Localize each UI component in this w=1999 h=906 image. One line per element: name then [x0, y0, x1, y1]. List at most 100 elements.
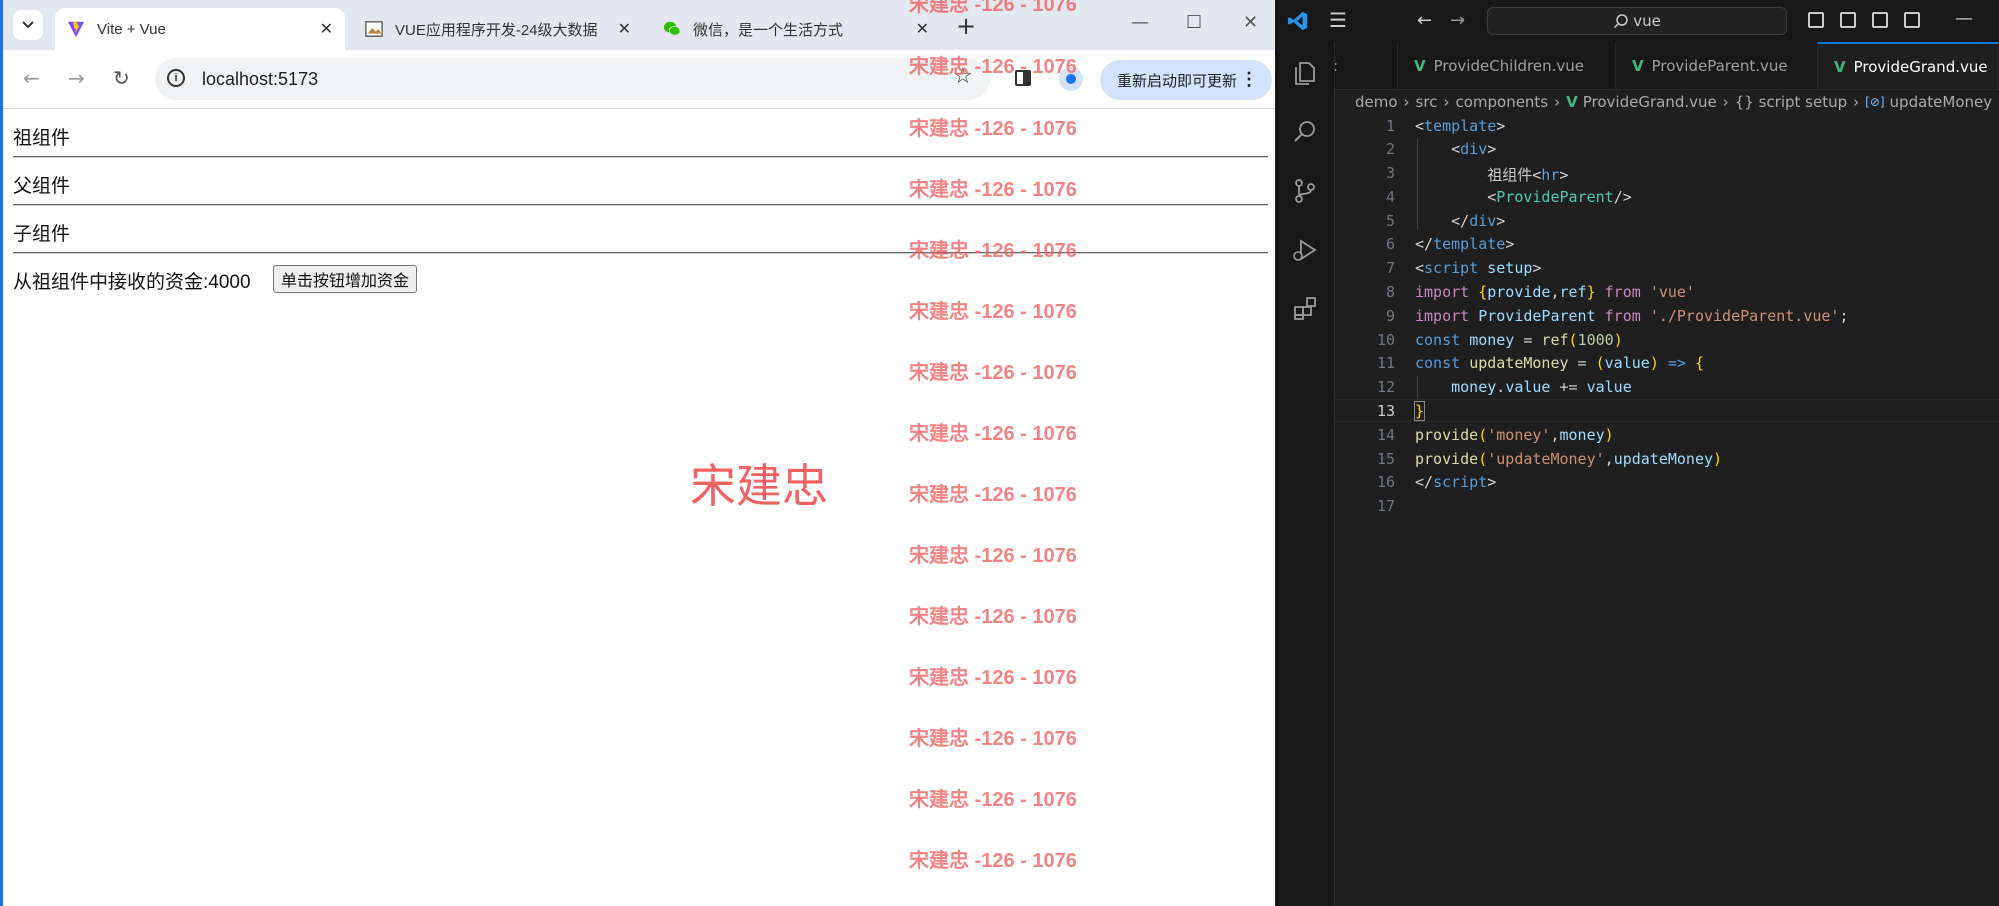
- breadcrumb-item[interactable]: components: [1455, 93, 1548, 111]
- watermark-text: 宋建忠 -126 - 1076: [909, 118, 1077, 140]
- variable-icon: [⊘]: [1865, 95, 1885, 109]
- extensions-icon[interactable]: [1290, 294, 1320, 324]
- line-number: 1: [1385, 117, 1395, 135]
- explorer-icon[interactable]: [1290, 58, 1320, 88]
- vue-file-icon: V: [1632, 56, 1644, 75]
- line-number: 13: [1376, 402, 1395, 420]
- line-number: 15: [1376, 450, 1395, 468]
- tab-title: 微信，是一个生活方式: [693, 21, 844, 39]
- code-line: const updateMoney = (value) => {: [1415, 354, 1704, 372]
- site-info-icon[interactable]: i: [167, 69, 185, 87]
- browser-tab-wechat[interactable]: 微信，是一个生活方式 ✕: [651, 8, 941, 50]
- vue-file-icon: V: [1414, 56, 1426, 75]
- source-control-icon[interactable]: [1290, 176, 1320, 206]
- watermark-text: 宋建忠 -126 - 1076: [909, 423, 1077, 445]
- watermark-text: 宋建忠 -126 - 1076: [909, 179, 1077, 201]
- close-icon[interactable]: ✕: [618, 19, 631, 39]
- line-number: 2: [1385, 140, 1395, 158]
- code-line: </script>: [1415, 473, 1497, 491]
- watermark-text: 宋建忠 -126 - 1076: [909, 56, 1077, 78]
- breadcrumb-item[interactable]: demo: [1355, 93, 1398, 111]
- maximize-icon[interactable]: ☐: [1186, 12, 1202, 33]
- page-content: 祖组件 父组件 子组件 从祖组件中接收的资金:4000 单击按钮增加资金: [3, 109, 1275, 906]
- editor-tab-overflow[interactable]: :: [1335, 42, 1398, 89]
- add-money-button[interactable]: 单击按钮增加资金: [273, 265, 418, 293]
- close-window-icon[interactable]: ✕: [1243, 12, 1258, 33]
- customize-layout-icon[interactable]: [1904, 12, 1920, 28]
- code-editor[interactable]: 1 2 3 4 5 6 7 8 9 10 11 12 13 14 15 16 1…: [1335, 115, 1999, 906]
- back-icon[interactable]: ←: [23, 66, 40, 90]
- toggle-panel-icon[interactable]: [1840, 12, 1856, 28]
- editor-tab-provide-children[interactable]: V ProvideChildren.vue: [1398, 42, 1616, 89]
- menu-icon[interactable]: ☰: [1329, 8, 1347, 32]
- money-text: 从祖组件中接收的资金:4000: [13, 272, 251, 293]
- forward-icon[interactable]: →: [1450, 10, 1465, 31]
- code-line: <div>: [1451, 140, 1497, 158]
- watermark-text: 宋建忠 -126 - 1076: [909, 484, 1077, 506]
- divider: [13, 156, 1268, 158]
- search-icon: [1614, 14, 1628, 29]
- activity-bar: [1275, 42, 1335, 906]
- minimize-icon[interactable]: —: [1131, 12, 1149, 33]
- back-icon[interactable]: ←: [1417, 10, 1432, 31]
- close-icon[interactable]: ✕: [320, 19, 333, 39]
- chevron-right-icon: ›: [1403, 93, 1410, 111]
- url-text[interactable]: localhost:5173: [202, 69, 318, 90]
- vue-file-icon: V: [1566, 93, 1578, 111]
- code-line: </template>: [1415, 235, 1515, 253]
- update-label: 重新启动即可更新: [1117, 72, 1238, 90]
- line-number: 5: [1385, 212, 1395, 230]
- divider: [13, 252, 1268, 254]
- browser-window: Vite + Vue ✕ VUE应用程序开发-24级大数据 ✕ 微信，是一个生活…: [0, 0, 1275, 906]
- code-line: import ProvideParent from './ProvidePare…: [1415, 307, 1849, 325]
- code-line: <template>: [1415, 117, 1506, 135]
- breadcrumb-item[interactable]: src: [1416, 93, 1438, 111]
- browser-tab-course[interactable]: VUE应用程序开发-24级大数据 ✕: [353, 8, 643, 50]
- editor-tab-provide-parent[interactable]: V ProvideParent.vue: [1616, 42, 1818, 89]
- line-number: 9: [1385, 307, 1395, 325]
- line-number: 8: [1385, 283, 1395, 301]
- code-line: money.value += value: [1451, 378, 1632, 396]
- line-number: 6: [1385, 235, 1395, 253]
- watermark-text: 宋建忠 -126 - 1076: [909, 728, 1077, 750]
- address-bar[interactable]: i localhost:5173: [155, 58, 990, 100]
- line-number: 17: [1376, 497, 1395, 515]
- code-line: import {provide,ref} from 'vue': [1415, 283, 1695, 301]
- tab-overflow-marker: :: [1335, 57, 1338, 75]
- breadcrumb: demo › src › components › V ProvideGrand.vu…: [1355, 90, 1992, 114]
- toggle-secondary-sidebar-icon[interactable]: [1872, 12, 1888, 28]
- line-number: 3: [1385, 164, 1395, 182]
- tab-title: VUE应用程序开发-24级大数据: [395, 21, 598, 39]
- toggle-sidebar-icon[interactable]: [1808, 12, 1824, 28]
- reload-icon[interactable]: ↻: [113, 66, 130, 90]
- forward-icon[interactable]: →: [68, 66, 85, 90]
- tab-label: ProvideChildren.vue: [1433, 56, 1584, 75]
- line-number: 16: [1376, 473, 1395, 491]
- breadcrumb-item[interactable]: updateMoney: [1890, 93, 1993, 111]
- run-debug-icon[interactable]: [1290, 235, 1320, 265]
- close-icon[interactable]: ✕: [916, 19, 929, 39]
- breadcrumb-item[interactable]: {} script setup: [1735, 93, 1847, 111]
- chevron-right-icon: ›: [1722, 93, 1729, 111]
- wechat-icon: [663, 21, 681, 36]
- watermark-text: 宋建忠 -126 - 1076: [909, 362, 1077, 384]
- command-center-search[interactable]: vue: [1487, 7, 1787, 35]
- line-number: 4: [1385, 188, 1395, 206]
- tab-strip: Vite + Vue ✕ VUE应用程序开发-24级大数据 ✕ 微信，是一个生活…: [3, 0, 1275, 50]
- vscode-window: ☰ ← → vue — : V: [1275, 0, 1999, 906]
- chevron-right-icon: ›: [1554, 93, 1561, 111]
- search-text: vue: [1633, 12, 1661, 30]
- code-line: </div>: [1451, 212, 1506, 230]
- watermark-text: 宋建忠 -126 - 1076: [909, 240, 1077, 262]
- child-component-label: 子组件: [13, 224, 71, 245]
- tab-title: Vite + Vue: [97, 20, 166, 38]
- update-button[interactable]: 重新启动即可更新 ⋮: [1100, 60, 1272, 100]
- search-icon[interactable]: [1290, 117, 1320, 147]
- editor-tab-provide-grand[interactable]: V ProvideGrand.vue: [1818, 42, 1999, 89]
- tab-search-button[interactable]: [13, 10, 43, 40]
- breadcrumb-item[interactable]: ProvideGrand.vue: [1583, 93, 1717, 111]
- more-menu-icon[interactable]: ⋮: [1240, 69, 1258, 90]
- browser-tab-vite[interactable]: Vite + Vue ✕: [55, 8, 345, 50]
- minimize-icon[interactable]: —: [1955, 8, 1973, 29]
- code-line: 祖组件<hr>: [1487, 166, 1569, 184]
